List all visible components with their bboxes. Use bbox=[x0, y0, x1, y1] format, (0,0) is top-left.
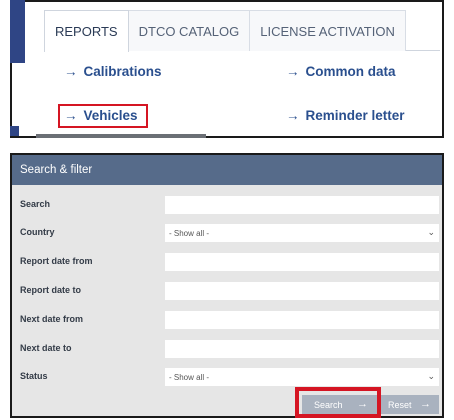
link-common-data-label: Common data bbox=[305, 64, 396, 79]
reset-button-label: Reset bbox=[388, 399, 412, 410]
next-date-from-input[interactable] bbox=[165, 311, 439, 329]
next-date-from-label: Next date from bbox=[20, 314, 84, 324]
next-date-to-input[interactable] bbox=[165, 340, 439, 358]
filter-row-search: Search bbox=[12, 196, 442, 214]
link-calibrations-label: Calibrations bbox=[83, 64, 162, 79]
filter-row-next-date-to: Next date to bbox=[12, 340, 442, 358]
vehicles-highlight-box bbox=[58, 104, 148, 128]
filter-panel-title: Search & filter bbox=[12, 155, 442, 185]
country-select-value: - Show all - bbox=[169, 229, 210, 238]
tab-license-activation[interactable]: LICENSE ACTIVATION bbox=[249, 10, 406, 51]
search-filter-panel: Search & filter Search Country - Show al… bbox=[10, 153, 444, 418]
accent-strip-bottom bbox=[10, 126, 19, 136]
tab-dtco-catalog[interactable]: DTCO CATALOG bbox=[127, 10, 251, 51]
link-calibrations[interactable]: → Calibrations bbox=[64, 64, 162, 79]
report-date-to-label: Report date to bbox=[20, 285, 82, 295]
report-date-from-input[interactable] bbox=[165, 253, 439, 271]
search-label: Search bbox=[20, 199, 51, 209]
arrow-right-icon: → bbox=[286, 108, 300, 123]
reset-button[interactable]: Reset → bbox=[376, 395, 439, 414]
chevron-down-icon: ⌄ bbox=[427, 371, 435, 381]
horizontal-scrollbar[interactable] bbox=[36, 134, 206, 138]
search-input[interactable] bbox=[165, 196, 439, 214]
status-select[interactable]: - Show all - ⌄ bbox=[165, 368, 439, 386]
link-common-data[interactable]: → Common data bbox=[286, 64, 396, 79]
status-label: Status bbox=[20, 371, 48, 381]
next-date-to-label: Next date to bbox=[20, 343, 72, 353]
chevron-down-icon: ⌄ bbox=[427, 227, 435, 237]
arrow-right-icon: → bbox=[420, 398, 431, 410]
filter-row-report-date-to: Report date to bbox=[12, 282, 442, 300]
report-date-from-label: Report date from bbox=[20, 256, 93, 266]
filter-row-status: Status - Show all - ⌄ bbox=[12, 368, 442, 386]
country-label: Country bbox=[20, 227, 55, 237]
tab-reports[interactable]: REPORTS bbox=[44, 10, 129, 52]
filter-row-country: Country - Show all - ⌄ bbox=[12, 224, 442, 242]
filter-row-next-date-from: Next date from bbox=[12, 311, 442, 329]
arrow-right-icon: → bbox=[64, 64, 78, 79]
arrow-right-icon: → bbox=[286, 64, 300, 79]
search-button-highlight-box bbox=[295, 387, 381, 418]
link-reminder-letter[interactable]: → Reminder letter bbox=[286, 108, 405, 123]
tab-bar: REPORTS DTCO CATALOG LICENSE ACTIVATION bbox=[44, 10, 440, 52]
status-select-value: - Show all - bbox=[169, 373, 210, 382]
report-date-to-input[interactable] bbox=[165, 282, 439, 300]
filter-row-report-date-from: Report date from bbox=[12, 253, 442, 271]
link-reminder-letter-label: Reminder letter bbox=[305, 108, 405, 123]
accent-strip bbox=[10, 0, 25, 63]
country-select[interactable]: - Show all - ⌄ bbox=[165, 224, 439, 242]
